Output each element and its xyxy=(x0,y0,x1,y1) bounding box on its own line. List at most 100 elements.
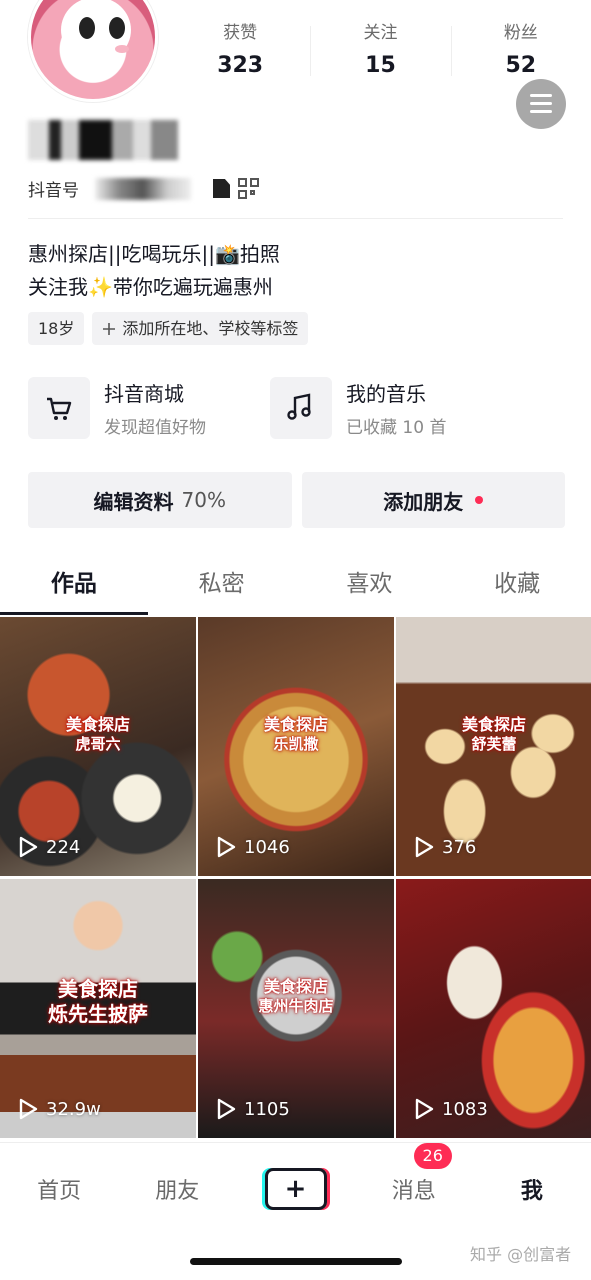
shortcut-subtitle: 发现超值好物 xyxy=(104,418,206,438)
content-tabs: 作品 私密 喜欢 收藏 xyxy=(0,553,591,617)
video-thumbnail[interactable]: 美食探店 舒芙蕾 376 xyxy=(396,617,591,876)
tab-favorites[interactable]: 收藏 xyxy=(443,553,591,617)
play-count: 1105 xyxy=(216,1098,290,1120)
play-count: 1046 xyxy=(216,836,290,858)
account-id-blurred xyxy=(95,177,191,200)
add-friend-label: 添加朋友 xyxy=(383,489,464,514)
profile-completion: 70% xyxy=(181,488,226,512)
play-count-value: 32.9w xyxy=(46,1098,101,1120)
nav-friends[interactable]: 朋友 xyxy=(118,1173,236,1205)
play-icon xyxy=(19,836,38,858)
stat-value: 15 xyxy=(365,53,396,78)
caption-line: 乐凯撒 xyxy=(273,735,319,754)
caption-line: 美食探店 xyxy=(263,715,328,735)
music-note-icon xyxy=(270,377,332,439)
video-thumbnail[interactable]: 1083 xyxy=(396,879,591,1138)
shortcut-mall[interactable]: 抖音商城 发现超值好物 xyxy=(28,377,270,439)
shortcuts: 抖音商城 发现超值好物 我的音乐 已收藏 10 首 xyxy=(28,377,563,439)
caption-line: 烁先生披萨 xyxy=(48,1002,148,1027)
account-row: 抖音号 xyxy=(28,176,260,201)
video-thumbnail[interactable]: 美食探店 乐凯撒 1046 xyxy=(198,617,394,876)
play-count: 1083 xyxy=(414,1098,488,1120)
tab-private[interactable]: 私密 xyxy=(148,553,296,617)
notification-dot xyxy=(475,496,484,504)
play-count-value: 1105 xyxy=(244,1098,290,1120)
home-indicator[interactable] xyxy=(190,1258,402,1265)
stat-label: 关注 xyxy=(363,23,398,43)
play-count-value: 1083 xyxy=(442,1098,488,1120)
play-icon xyxy=(217,836,236,858)
edit-profile-button[interactable]: 编辑资料 70% xyxy=(28,472,292,528)
shortcut-title: 我的音乐 xyxy=(346,382,426,406)
tab-likes[interactable]: 喜欢 xyxy=(296,553,444,617)
play-icon xyxy=(19,1098,38,1120)
edit-profile-label: 编辑资料 xyxy=(93,489,174,514)
video-thumbnail[interactable]: 美食探店 虎哥六 224 xyxy=(0,617,196,876)
video-caption: 美食探店 舒芙蕾 xyxy=(396,715,591,754)
messages-badge: 26 xyxy=(413,1142,452,1169)
play-count-value: 1046 xyxy=(244,836,290,858)
nav-me[interactable]: 我 xyxy=(473,1173,591,1205)
video-caption: 美食探店 烁先生披萨 xyxy=(0,977,196,1027)
nav-home[interactable]: 首页 xyxy=(0,1173,118,1205)
profile-stats: 获赞 323 关注 15 粉丝 52 xyxy=(170,18,591,88)
nav-create[interactable]: + xyxy=(236,1167,354,1210)
video-thumbnail[interactable]: 美食探店 惠州牛肉店 1105 xyxy=(198,879,394,1138)
caption-line: 虎哥六 xyxy=(75,735,121,754)
hamburger-icon xyxy=(530,110,552,113)
divider xyxy=(28,218,563,219)
tag-label: 18岁 xyxy=(38,319,75,338)
shortcut-subtitle: 已收藏 10 首 xyxy=(346,418,447,438)
play-count-value: 224 xyxy=(46,836,81,858)
account-label: 抖音号 xyxy=(28,181,79,201)
play-icon xyxy=(217,1098,236,1120)
cart-icon xyxy=(28,377,90,439)
nickname-blurred xyxy=(28,120,178,160)
stat-label: 获赞 xyxy=(223,23,258,43)
nav-messages-label: 消息 xyxy=(391,1178,436,1204)
nav-messages[interactable]: 消息 26 xyxy=(355,1142,473,1205)
tab-works[interactable]: 作品 xyxy=(0,553,148,617)
play-icon xyxy=(415,836,434,858)
stat-value: 52 xyxy=(505,53,537,78)
play-icon xyxy=(415,1098,434,1120)
plus-icon xyxy=(103,322,116,335)
stat-label: 粉丝 xyxy=(503,23,538,43)
profile-tags: 18岁 添加所在地、学校等标签 xyxy=(28,312,309,345)
caption-line: 美食探店 xyxy=(65,715,130,735)
stat-value: 323 xyxy=(217,53,264,78)
video-caption: 美食探店 惠州牛肉店 xyxy=(198,977,394,1016)
avatar-eye xyxy=(109,17,125,39)
tag-add-location[interactable]: 添加所在地、学校等标签 xyxy=(92,312,309,345)
video-thumbnail[interactable]: 美食探店 烁先生披萨 32.9w xyxy=(0,879,196,1138)
menu-button[interactable] xyxy=(516,79,566,129)
bottom-nav: 首页 朋友 + 消息 26 我 xyxy=(0,1142,591,1234)
bio-line: 关注我✨带你吃遍玩遍惠州 xyxy=(28,275,273,299)
stat-likes[interactable]: 获赞 323 xyxy=(170,18,310,88)
copy-icon[interactable] xyxy=(213,179,230,198)
shortcut-music[interactable]: 我的音乐 已收藏 10 首 xyxy=(270,377,512,439)
hamburger-icon xyxy=(530,102,552,105)
caption-line: 美食探店 xyxy=(461,715,526,735)
avatar[interactable] xyxy=(28,0,158,102)
add-friend-button[interactable]: 添加朋友 xyxy=(301,472,565,528)
watermark: 知乎 @创富者 xyxy=(470,1245,572,1264)
bio-line: 惠州探店||吃喝玩乐||📸拍照 xyxy=(28,242,280,266)
caption-line: 美食探店 xyxy=(263,977,328,997)
shortcut-title: 抖音商城 xyxy=(104,382,184,406)
play-count-value: 376 xyxy=(442,836,477,858)
video-caption: 美食探店 虎哥六 xyxy=(0,715,196,754)
plus-icon: + xyxy=(284,1173,307,1204)
avatar-eye xyxy=(79,17,95,39)
bio: 惠州探店||吃喝玩乐||📸拍照 关注我✨带你吃遍玩遍惠州 xyxy=(28,238,280,304)
stat-followers[interactable]: 粉丝 52 xyxy=(450,18,591,88)
play-count: 224 xyxy=(18,836,80,858)
create-button[interactable]: + xyxy=(264,1167,327,1210)
play-count: 32.9w xyxy=(18,1098,101,1120)
tag-label: 添加所在地、学校等标签 xyxy=(122,319,299,338)
qr-code-icon[interactable] xyxy=(238,177,260,200)
tag-age: 18岁 xyxy=(28,312,85,345)
hamburger-icon xyxy=(530,94,552,97)
caption-line: 惠州牛肉店 xyxy=(258,997,334,1016)
stat-following[interactable]: 关注 15 xyxy=(310,18,450,88)
